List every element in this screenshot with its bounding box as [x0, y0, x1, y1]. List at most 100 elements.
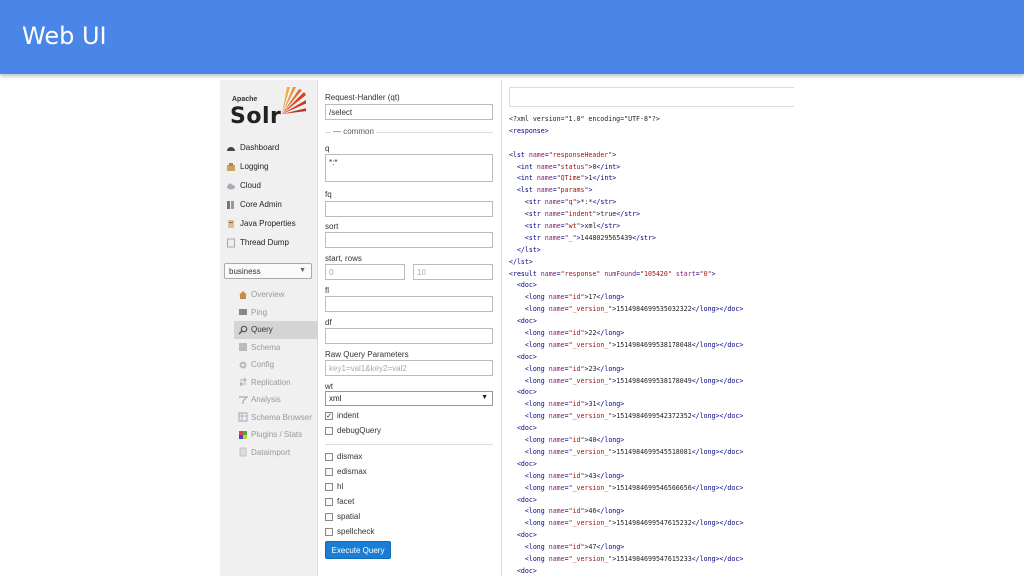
indent-option[interactable]: ✓ indent — [325, 411, 359, 420]
xml-token: <doc> — [516, 388, 537, 397]
core-menu-schema[interactable]: Schema — [234, 339, 318, 357]
core-menu-query[interactable]: Query — [234, 321, 318, 339]
core-menu-dataimport[interactable]: Dataimport — [234, 444, 318, 462]
xml-token — [509, 365, 525, 373]
spellcheck-option[interactable]: spellcheck — [325, 527, 374, 536]
xml-token: <doc> — [516, 352, 537, 361]
xml-token: name — [548, 554, 565, 563]
nav-item-cloud[interactable]: Cloud — [226, 176, 316, 195]
nav-item-java-properties[interactable]: Java Properties — [226, 214, 316, 233]
xml-token — [509, 329, 525, 337]
dismax-option[interactable]: dismax — [325, 452, 362, 461]
xml-token: name — [548, 340, 565, 349]
core-menu-plugins-stats[interactable]: Plugins / Stats — [234, 426, 318, 444]
xml-token: <long — [524, 376, 549, 385]
execute-query-button[interactable]: Execute Query — [325, 541, 391, 559]
wt-label: wt — [325, 382, 333, 391]
core-menu-ping[interactable]: Ping — [234, 304, 318, 322]
q-label: q — [325, 144, 330, 153]
xml-token — [509, 567, 517, 575]
wt-select[interactable]: xml ▼ — [325, 391, 493, 406]
nav-item-logging[interactable]: Logging — [226, 157, 316, 176]
xml-token: </str> — [592, 198, 617, 207]
nav-item-label: Java Properties — [240, 219, 296, 228]
xml-response-line: <doc> — [509, 459, 794, 471]
xml-token: <long — [524, 412, 549, 421]
core-menu-analysis[interactable]: Analysis — [234, 391, 318, 409]
xml-token — [509, 388, 517, 396]
edismax-checkbox[interactable] — [325, 467, 333, 476]
xml-token: name — [528, 150, 545, 159]
xml-token: <str — [524, 222, 545, 231]
xml-response-line: <result name="response" numFound="105420… — [509, 269, 794, 281]
xml-token: name — [536, 186, 553, 195]
debug-query-option[interactable]: debugQuery — [325, 426, 381, 435]
nav-item-dashboard[interactable]: Dashboard — [226, 138, 316, 157]
facet-option[interactable]: facet — [325, 497, 354, 506]
q-input[interactable]: *:* — [325, 154, 493, 182]
dismax-checkbox[interactable] — [325, 452, 333, 461]
core-menu-label: Schema — [251, 342, 281, 352]
core-admin-icon — [226, 200, 236, 210]
start-input[interactable]: 0 — [325, 264, 405, 280]
xml-token: name — [548, 305, 565, 314]
core-menu-label: Analysis — [251, 395, 281, 405]
xml-response-line: </lst> — [509, 245, 794, 257]
core-menu-schema-browser[interactable]: Schema Browser — [234, 409, 318, 427]
xml-token: "responseHeader" — [548, 150, 613, 159]
xml-token: </str> — [632, 233, 656, 242]
xml-token: name — [548, 543, 565, 552]
xml-token: "id" — [568, 400, 585, 409]
core-selector[interactable]: business ▼ — [224, 263, 312, 279]
xml-token: name — [548, 471, 565, 480]
debug-query-checkbox[interactable] — [325, 426, 333, 435]
core-menu: Overview Ping Query Schema Config Replic… — [234, 286, 318, 461]
xml-token — [509, 519, 525, 527]
spatial-checkbox[interactable] — [325, 512, 333, 521]
nav-item-label: Thread Dump — [240, 238, 289, 247]
core-menu-overview[interactable]: Overview — [234, 286, 318, 304]
xml-response-line: <long name="_version_">15149846995476152… — [509, 554, 794, 566]
hl-checkbox[interactable] — [325, 482, 333, 491]
response-divider — [501, 80, 502, 576]
xml-token — [509, 448, 525, 456]
xml-token: name — [536, 174, 553, 183]
xml-token — [509, 234, 525, 242]
facet-checkbox[interactable] — [325, 497, 333, 506]
edismax-option[interactable]: edismax — [325, 467, 367, 476]
nav-item-core-admin[interactable]: Core Admin — [226, 195, 316, 214]
nav-item-thread-dump[interactable]: Thread Dump — [226, 233, 316, 252]
request-url-bar[interactable] — [509, 87, 794, 107]
rows-input[interactable]: 10 — [413, 264, 493, 280]
fq-input[interactable] — [325, 201, 493, 217]
xml-token — [509, 305, 525, 313]
sort-input[interactable] — [325, 232, 493, 248]
xml-token: 1514984699545518081 — [616, 447, 692, 456]
xml-token: <doc> — [516, 424, 537, 433]
solr-logo[interactable]: Apache Solr — [230, 86, 310, 132]
xml-token: "QTime" — [556, 174, 585, 183]
xml-token — [509, 484, 525, 492]
fl-input[interactable] — [325, 296, 493, 312]
xml-response-line: <long name="_version_">15149846995350323… — [509, 304, 794, 316]
logging-icon — [226, 162, 236, 172]
xml-token: 1514984699538178049 — [616, 376, 692, 385]
xml-token: name — [548, 400, 565, 409]
indent-checkbox[interactable]: ✓ — [325, 411, 333, 420]
xml-response-line: <long name="id">43</long> — [509, 471, 794, 483]
core-menu-config[interactable]: Config — [234, 356, 318, 374]
xml-token: "id" — [568, 329, 585, 338]
spellcheck-checkbox[interactable] — [325, 527, 333, 536]
core-menu-label: Plugins / Stats — [251, 430, 303, 440]
spatial-option[interactable]: spatial — [325, 512, 360, 521]
xml-token: "105420" — [640, 269, 672, 278]
query-form: Request-Handler (qt) /select — common q … — [325, 80, 495, 576]
request-handler-input[interactable]: /select — [325, 104, 493, 120]
xml-token: </long> — [596, 329, 625, 338]
core-menu-replication[interactable]: Replication — [234, 374, 318, 392]
df-input[interactable] — [325, 328, 493, 344]
xml-response-line: <response> — [509, 126, 794, 138]
hl-option[interactable]: hl — [325, 482, 343, 491]
xml-response-line: <long name="id">17</long> — [509, 292, 794, 304]
raw-query-params-input[interactable]: key1=val1&key2=val2 — [325, 360, 493, 376]
